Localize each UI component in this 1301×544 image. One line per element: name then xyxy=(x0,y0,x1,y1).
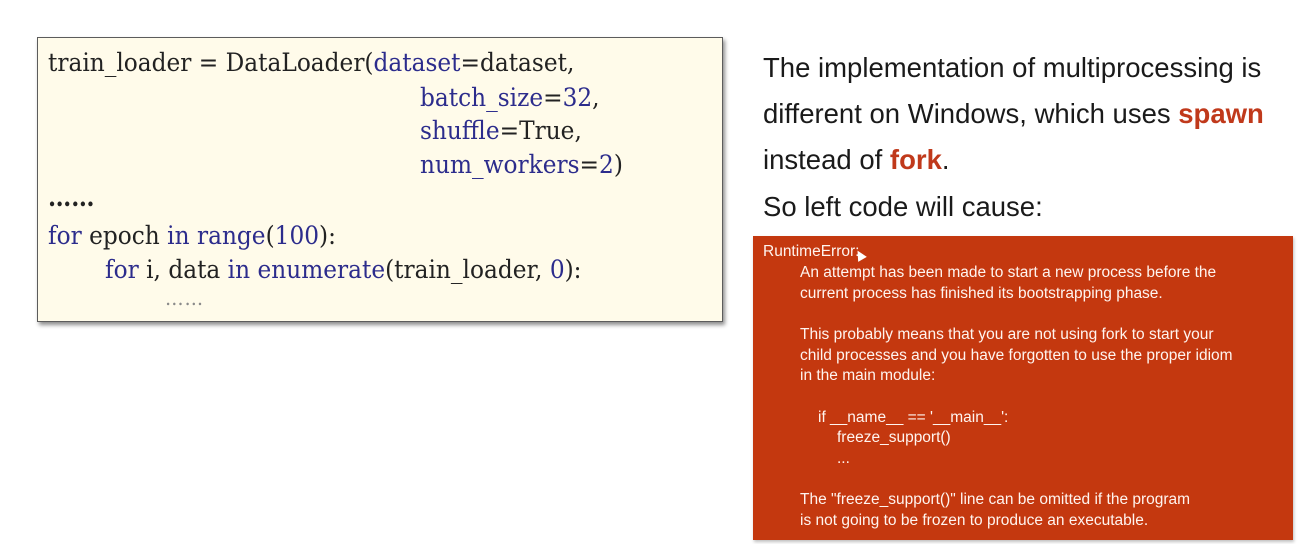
error-line: This probably means that you are not usi… xyxy=(800,326,1214,343)
code-line-3: shuffle=True, xyxy=(420,116,582,146)
error-line: child processes and you have forgotten t… xyxy=(800,347,1233,364)
code-text: ): xyxy=(319,221,336,250)
code-text: i, data xyxy=(138,255,228,284)
description-text: different on Windows, which uses xyxy=(763,98,1179,129)
code-line-5: for epoch in range(100): xyxy=(48,221,336,251)
error-code-line: if __name__ == '__main__': xyxy=(818,409,1009,426)
description-line-1: The implementation of multiprocessing is xyxy=(763,52,1262,83)
code-param: num_workers xyxy=(420,150,580,179)
description-line-4: So left code will cause: xyxy=(763,191,1043,222)
code-number: 100 xyxy=(274,221,320,250)
code-text: = xyxy=(543,83,563,112)
code-text: train_loader = DataLoader( xyxy=(48,48,374,77)
error-line: An attempt has been made to start a new … xyxy=(800,264,1217,281)
code-text: (train_loader, xyxy=(385,255,550,284)
code-text: =True, xyxy=(499,116,582,145)
error-code-line: freeze_support() xyxy=(837,429,951,446)
code-ellipsis-1: …… xyxy=(48,183,95,212)
code-keyword: in xyxy=(227,255,251,284)
code-number: 32 xyxy=(562,83,593,112)
description-text: . xyxy=(941,144,950,175)
code-builtin: range xyxy=(196,221,266,250)
highlight-fork: fork xyxy=(889,144,942,175)
error-line: The "freeze_support()" line can be omitt… xyxy=(800,491,1191,508)
code-text: epoch xyxy=(81,221,168,250)
code-text: = xyxy=(579,150,600,179)
code-line-4: num_workers=2) xyxy=(420,150,623,180)
error-title: RuntimeError: xyxy=(763,243,860,260)
code-number: 2 xyxy=(599,150,614,179)
code-line-2: batch_size=32, xyxy=(420,83,600,113)
code-param: batch_size xyxy=(420,83,544,112)
error-code-line: ... xyxy=(837,450,850,467)
code-keyword: for xyxy=(48,221,82,250)
error-line: in the main module: xyxy=(800,367,936,384)
description-line-3: instead of fork. xyxy=(763,143,950,177)
code-param: shuffle xyxy=(420,116,500,145)
error-line: current process has finished its bootstr… xyxy=(800,285,1163,302)
code-number: 0 xyxy=(549,255,565,284)
code-keyword: in xyxy=(167,221,190,250)
code-text: ( xyxy=(265,221,275,250)
code-keyword: for xyxy=(105,255,139,284)
code-line-1: train_loader = DataLoader(dataset=datase… xyxy=(48,48,574,78)
code-param: dataset xyxy=(373,48,461,77)
description-line-2: different on Windows, which uses spawn xyxy=(763,97,1264,131)
description-text: instead of xyxy=(763,144,890,175)
code-text: , xyxy=(592,83,600,112)
code-ellipsis-2: …… xyxy=(165,286,205,310)
code-text: =dataset, xyxy=(460,48,575,77)
error-line: is not going to be frozen to produce an … xyxy=(800,512,1149,529)
highlight-spawn: spawn xyxy=(1178,98,1264,129)
code-line-6: for i, data in enumerate(train_loader, 0… xyxy=(105,255,582,285)
code-builtin: enumerate xyxy=(257,255,386,284)
code-text: ) xyxy=(613,150,623,179)
code-text: ): xyxy=(564,255,582,284)
